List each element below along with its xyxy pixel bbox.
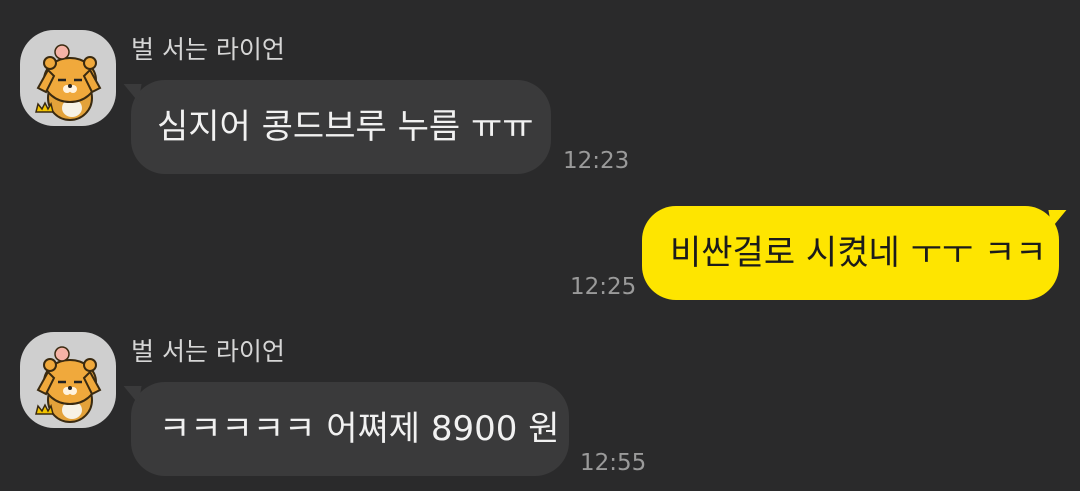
- message-text: ㅋㅋㅋㅋㅋ 어쪄제 8900 원: [159, 409, 560, 449]
- sender-avatar[interactable]: [20, 332, 116, 428]
- ryan-character-icon: [35, 346, 102, 423]
- message-timestamp: 12:25: [570, 274, 637, 300]
- incoming-message-bubble[interactable]: ㅋㅋㅋㅋㅋ 어쪄제 8900 원: [131, 382, 569, 476]
- incoming-message-bubble[interactable]: 심지어 콩드브루 누름 ㅠㅠ: [131, 80, 551, 174]
- outgoing-message-bubble[interactable]: 비싼걸로 시켰네 ㅜㅜ ㅋㅋ: [642, 206, 1059, 300]
- sender-avatar[interactable]: [20, 30, 116, 126]
- message-text: 비싼걸로 시켰네 ㅜㅜ ㅋㅋ: [670, 233, 1047, 273]
- message-timestamp: 12:55: [580, 450, 647, 476]
- message-text: 심지어 콩드브루 누름 ㅠㅠ: [157, 107, 534, 147]
- sender-name: 벌 서는 라이언: [131, 337, 285, 366]
- ryan-character-icon: [35, 44, 102, 121]
- sender-name: 벌 서는 라이언: [131, 35, 285, 64]
- message-timestamp: 12:23: [563, 148, 630, 174]
